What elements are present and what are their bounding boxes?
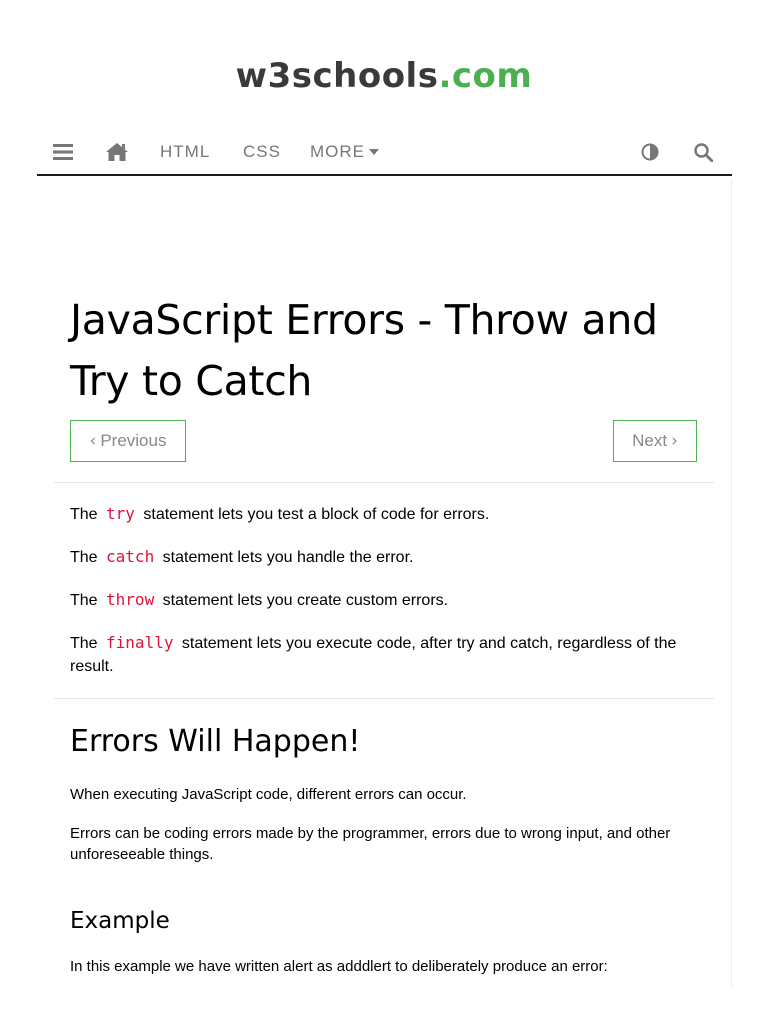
caret-down-icon <box>369 149 379 155</box>
search-button[interactable] <box>694 128 713 176</box>
chevron-left-icon: ‹ <box>89 431 97 451</box>
previous-button[interactable]: ‹ Previous <box>70 420 186 462</box>
intro-text: The <box>70 635 98 652</box>
next-button[interactable]: Next › <box>613 420 697 462</box>
contrast-icon <box>641 143 659 161</box>
next-label: Next <box>632 431 668 450</box>
divider <box>54 698 714 699</box>
example-heading: Example <box>70 908 170 934</box>
keyword-throw: throw <box>106 590 155 609</box>
previous-label: Previous <box>100 431 167 450</box>
menu-button[interactable] <box>53 128 73 176</box>
nav-more-label: MORE <box>310 142 365 161</box>
intro-finally: The finally statement lets you execute c… <box>70 631 700 678</box>
keyword-catch: catch <box>106 547 155 566</box>
intro-catch: The catch statement lets you handle the … <box>70 545 700 569</box>
top-navbar: HTML CSS MORE <box>37 128 732 176</box>
intro-try: The try statement lets you test a block … <box>70 502 700 526</box>
nav-css-link[interactable]: CSS <box>243 128 281 176</box>
site-logo[interactable]: w3schools.com <box>0 56 768 96</box>
logo-tld-text: .com <box>438 56 533 96</box>
theme-toggle-button[interactable] <box>641 128 659 176</box>
section-paragraph-1: When executing JavaScript code, differen… <box>70 786 467 803</box>
nav-html-link[interactable]: HTML <box>160 128 210 176</box>
section-paragraph-2: Errors can be coding errors made by the … <box>70 825 671 863</box>
logo-main-text: w3schools <box>235 56 439 96</box>
intro-text: statement lets you create custom errors. <box>162 592 449 609</box>
content-right-border <box>731 178 732 988</box>
intro-text: The <box>70 506 98 523</box>
intro-throw: The throw statement lets you create cust… <box>70 588 700 612</box>
home-icon <box>106 143 128 161</box>
keyword-finally: finally <box>106 633 174 652</box>
example-description: In this example we have written alert as… <box>70 958 608 975</box>
chevron-right-icon: › <box>671 431 678 451</box>
home-button[interactable] <box>106 128 128 176</box>
page-title: JavaScript Errors - Throw and Try to Cat… <box>70 296 658 405</box>
search-icon <box>694 142 713 162</box>
intro-text: statement lets you handle the error. <box>162 549 414 566</box>
intro-text: statement lets you test a block of code … <box>143 506 490 523</box>
divider <box>54 482 714 483</box>
hamburger-icon <box>53 144 73 160</box>
intro-text: The <box>70 592 98 609</box>
keyword-try: try <box>106 504 135 523</box>
nav-more-dropdown[interactable]: MORE <box>310 128 379 176</box>
section-heading: Errors Will Happen! <box>70 724 361 759</box>
intro-text: The <box>70 549 98 566</box>
